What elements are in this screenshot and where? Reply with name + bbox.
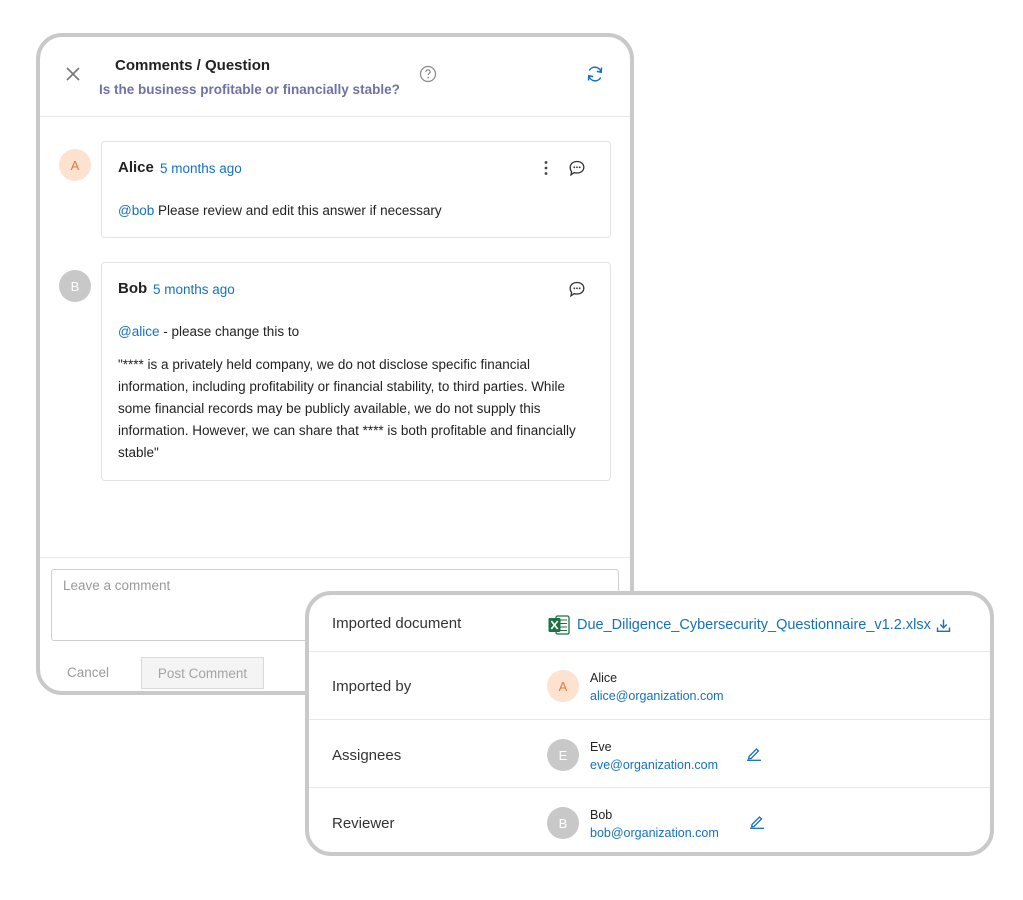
more-options-icon[interactable] [538,159,554,177]
row-label: Assignees [332,747,402,764]
reviewer-row: Reviewer B Bob bob@organization.com [309,788,990,852]
avatar: A [547,670,579,702]
edit-assignees-icon[interactable] [746,745,762,761]
reply-icon[interactable] [568,159,586,177]
comment-body: - please change this to [159,324,300,339]
comment-body: Please review and edit this answer if ne… [154,203,442,218]
avatar: E [547,739,579,771]
person-email[interactable]: bob@organization.com [590,826,719,840]
comment-text: @bob Please review and edit this answer … [118,200,442,222]
mention-link[interactable]: @alice [118,324,159,339]
document-info-panel: Imported document Due_Diligence_Cybersec… [305,591,994,856]
comment-author: Alice [118,159,154,176]
imported-by-row: Imported by A Alice alice@organization.c… [309,652,990,720]
help-icon[interactable] [419,65,437,83]
avatar: B [59,270,91,302]
panel-title: Comments / Question [115,57,271,74]
row-label: Imported document [332,615,462,632]
post-comment-button[interactable]: Post Comment [141,657,264,689]
footer-divider [40,557,630,558]
person-name: Bob [590,808,613,822]
imported-document-row: Imported document Due_Diligence_Cybersec… [309,595,990,652]
question-text: Is the business profitable or financiall… [99,82,400,97]
reply-icon[interactable] [568,280,586,298]
download-icon[interactable] [936,618,951,633]
row-label: Imported by [332,678,412,695]
comment-time: 5 months ago [153,282,235,297]
row-label: Reviewer [332,815,395,832]
avatar: B [547,807,579,839]
refresh-icon[interactable] [585,64,605,84]
panel-header: Comments / Question Is the business prof… [40,37,630,117]
excel-icon [548,615,570,635]
cancel-button[interactable]: Cancel [67,665,109,680]
person-email[interactable]: eve@organization.com [590,758,718,772]
person-email[interactable]: alice@organization.com [590,689,724,703]
comment-author: Bob [118,280,148,297]
comment-card: Alice 5 months ago @bob Please review an… [101,141,611,238]
comment-time: 5 months ago [160,161,242,176]
quoted-answer: "**** is a privately held company, we do… [118,357,576,460]
comment-text: @alice - please change this to [118,321,299,343]
comment-card: Bob 5 months ago @alice - please change … [101,262,611,481]
mention-link[interactable]: @bob [118,203,154,218]
person-name: Alice [590,671,618,685]
document-link[interactable]: Due_Diligence_Cybersecurity_Questionnair… [577,617,931,633]
assignees-row: Assignees E Eve eve@organization.com [309,720,990,788]
edit-reviewer-icon[interactable] [749,813,765,829]
person-name: Eve [590,740,612,754]
close-icon[interactable] [64,65,82,83]
avatar: A [59,149,91,181]
